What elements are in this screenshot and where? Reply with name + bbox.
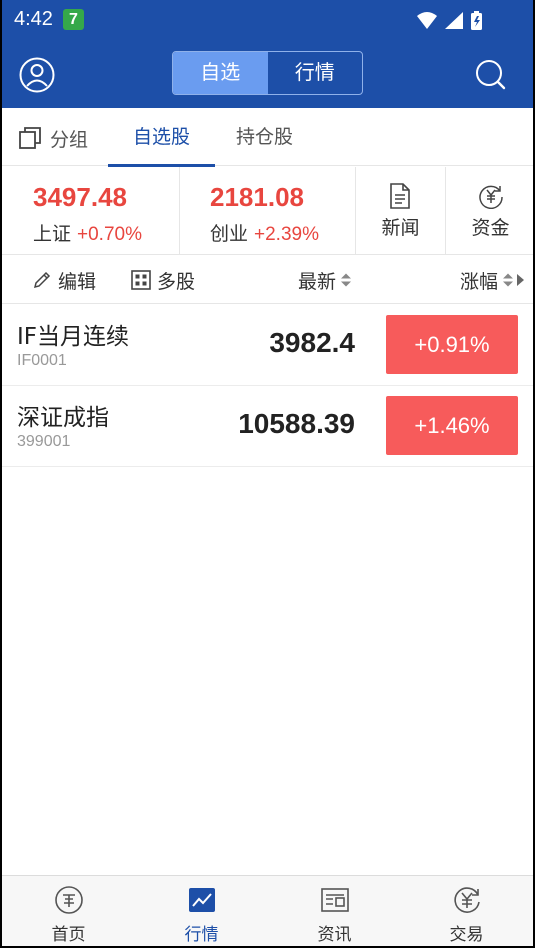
top-nav-bar: 自选 行情 <box>0 45 535 103</box>
battery-icon <box>471 11 482 30</box>
latest-price: 10588.39 <box>238 408 355 439</box>
index-name-line: 创业 +2.39% <box>210 219 319 246</box>
index-card-chinext[interactable]: 2181.08 创业 +2.39% <box>180 167 355 255</box>
coupon-icon <box>55 886 83 914</box>
column-latest-label: 最新 <box>298 270 337 293</box>
index-strip: 3497.48 上证 +0.70% 2181.08 创业 +2.39% 新闻 资金 <box>0 167 535 255</box>
change-badge: +1.46% <box>386 396 518 455</box>
watchlist: IF当月连续 IF0001 3982.4 +0.91% 深证成指 399001 … <box>0 305 535 467</box>
news-button[interactable]: 新闻 <box>356 167 445 255</box>
grid-icon <box>131 270 151 290</box>
nav-label: 首页 <box>51 925 86 945</box>
tab-watchlist-stocks[interactable]: 自选股 <box>108 108 215 167</box>
multi-stock-label: 多股 <box>157 270 196 293</box>
nav-trade[interactable]: 交易 <box>400 876 533 948</box>
index-name: 创业 <box>210 223 249 245</box>
edit-label: 编辑 <box>58 270 97 293</box>
pencil-icon <box>33 271 51 289</box>
index-name-line: 上证 +0.70% <box>33 219 142 246</box>
index-value: 2181.08 <box>210 182 304 212</box>
nav-label: 交易 <box>449 925 484 945</box>
status-icons <box>415 9 495 33</box>
security-code: 399001 <box>17 433 71 450</box>
search-icon[interactable] <box>472 56 510 94</box>
nav-info[interactable]: 资讯 <box>268 876 401 948</box>
capital-button[interactable]: 资金 <box>446 167 535 255</box>
column-change-label: 涨幅 <box>460 270 499 293</box>
change-badge: +0.91% <box>386 315 518 374</box>
capital-label: 资金 <box>471 217 510 239</box>
nav-label: 资讯 <box>317 925 352 945</box>
watchlist-sub-tabs: 分组 自选股 持仓股 <box>0 108 535 167</box>
signal-icon <box>445 12 463 29</box>
sort-icon <box>341 273 352 287</box>
group-button[interactable]: 分组 <box>18 124 88 152</box>
list-item[interactable]: IF当月连续 IF0001 3982.4 +0.91% <box>0 305 535 386</box>
segment-watchlist[interactable]: 自选 <box>173 52 268 94</box>
sort-latest-button[interactable]: 最新 <box>298 266 352 294</box>
tab-label: 自选股 <box>132 126 190 148</box>
status-bar: 4:42 7 <box>0 0 535 42</box>
group-label: 分组 <box>50 128 89 151</box>
chart-icon <box>189 888 215 912</box>
segment-market[interactable]: 行情 <box>268 52 363 94</box>
scroll-right-icon <box>517 274 525 286</box>
latest-price: 3982.4 <box>269 327 355 358</box>
profile-icon[interactable] <box>18 56 56 94</box>
nav-home[interactable]: 首页 <box>2 876 135 948</box>
main-segment-control: 自选 行情 <box>172 51 363 95</box>
capital-icon <box>479 185 503 209</box>
index-value: 3497.48 <box>33 182 127 212</box>
bottom-nav: 首页 行情 资讯 交易 <box>0 875 535 948</box>
list-item[interactable]: 深证成指 399001 10588.39 +1.46% <box>0 386 535 467</box>
index-name: 上证 <box>33 223 72 245</box>
app-header: 4:42 7 自选 行情 <box>0 0 535 108</box>
security-name: IF当月连续 <box>17 324 130 350</box>
status-time: 4:42 <box>14 8 53 30</box>
index-card-shanghai[interactable]: 3497.48 上证 +0.70% <box>0 167 179 255</box>
yuan-exchange-icon <box>454 887 480 913</box>
tab-holdings[interactable]: 持仓股 <box>236 108 293 166</box>
news-label: 新闻 <box>381 217 420 239</box>
nav-market[interactable]: 行情 <box>135 876 268 948</box>
info-card-icon <box>321 888 349 912</box>
wifi-icon <box>417 12 437 29</box>
multi-stock-button[interactable]: 多股 <box>131 266 195 294</box>
index-change: +2.39% <box>254 224 319 245</box>
security-code: IF0001 <box>17 352 67 369</box>
nav-label: 行情 <box>184 925 219 945</box>
app-notification-badge: 7 <box>63 9 84 30</box>
index-change: +0.70% <box>77 224 142 245</box>
security-name: 深证成指 <box>17 405 109 431</box>
tab-label: 持仓股 <box>236 126 294 148</box>
copy-group-icon <box>19 127 41 149</box>
news-icon <box>390 183 410 209</box>
sort-icon <box>503 273 514 287</box>
edit-button[interactable]: 编辑 <box>32 266 96 294</box>
sort-change-button[interactable]: 涨幅 <box>460 266 525 294</box>
list-toolbar: 编辑 多股 最新 涨幅 <box>0 256 535 304</box>
